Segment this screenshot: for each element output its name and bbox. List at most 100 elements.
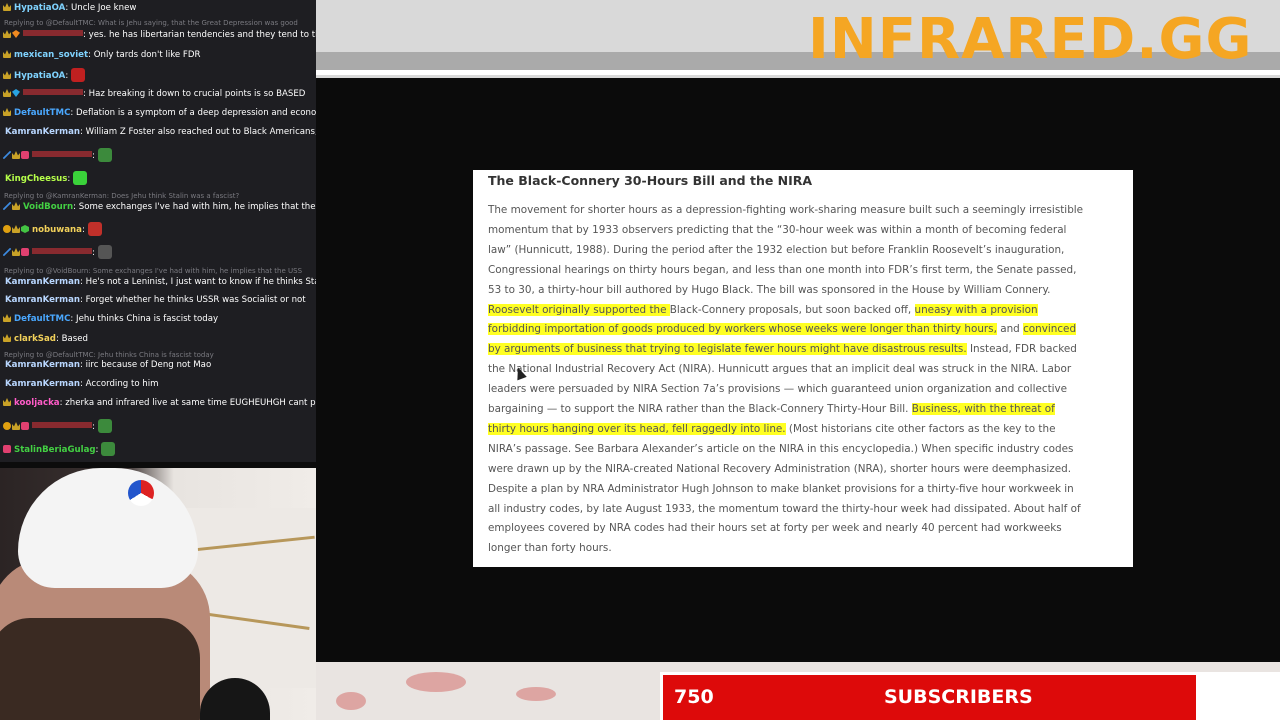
chat-emote-icon — [97, 148, 112, 162]
chat-text: According to him — [82, 379, 159, 389]
paint-splatter — [336, 692, 366, 710]
chat-username[interactable]: KamranKerman — [5, 379, 80, 389]
chat-message: HypatiaOA: Uncle Joe knew — [0, 2, 316, 15]
infrared-logo: INFRARED.GG — [808, 7, 1253, 72]
highlighted-text: thirty hours hanging over its head, fell… — [488, 422, 786, 435]
highlighted-text: forbidding importation of goods produced… — [488, 323, 997, 336]
chat-username[interactable]: nobuwana — [32, 225, 82, 235]
body-text: the National Industrial Recovery Act (NI… — [488, 363, 1072, 376]
chat-panel: HypatiaOA: Uncle Joe knew Replying to @De… — [0, 0, 316, 462]
document-line: forbidding importation of goods produced… — [488, 322, 1077, 336]
chat-badges — [3, 422, 30, 434]
body-text: all industry codes, by late August 1933,… — [488, 502, 1081, 515]
body-text: were drawn up by the NIRA-created Nation… — [488, 462, 1072, 475]
chat-message: StalinBeriaGulag: — [0, 442, 316, 457]
chat-badges — [3, 225, 30, 237]
chat-text: Some exchanges I've had with him, he imp… — [76, 202, 316, 212]
chat-username[interactable] — [32, 151, 92, 157]
document-line: Despite a plan by NRA Administrator Hugh… — [488, 482, 1074, 496]
chat-colon: : — [81, 225, 85, 235]
document-line: the National Industrial Recovery Act (NI… — [488, 362, 1071, 376]
chat-badges — [3, 71, 12, 83]
body-text: employees covered by NRA codes had their… — [488, 522, 1062, 535]
body-text: NIRA’s passage. See Barbara Alexander’s … — [488, 442, 1074, 455]
chat-badges — [3, 30, 21, 42]
chat-username[interactable]: HypatiaOA — [14, 71, 65, 81]
chat-username[interactable]: DefaultTMC — [14, 108, 70, 118]
chat-username[interactable] — [23, 30, 83, 36]
document-line: by arguments of business that trying to … — [488, 342, 1077, 356]
body-text: 53 to 30, a thirty-hour bill authored by… — [488, 283, 1051, 296]
chat-username[interactable]: KamranKerman — [5, 127, 80, 137]
document-line: thirty hours hanging over its head, fell… — [488, 422, 1055, 436]
chat-colon: : — [95, 445, 99, 455]
chat-username[interactable]: KamranKerman — [5, 295, 80, 305]
document-line: were drawn up by the NIRA-created Nation… — [488, 462, 1071, 476]
body-text: (Most historians cite other factors as t… — [785, 422, 1056, 435]
chat-username[interactable]: KamranKerman — [5, 360, 80, 370]
crown-badge-icon — [12, 151, 20, 159]
crown-badge-icon — [12, 248, 20, 256]
chat-text: Only tards don't like FDR — [91, 50, 201, 60]
chat-message: : yes. he has libertarian tendencies and… — [0, 29, 316, 42]
chat-badges — [3, 151, 30, 163]
cube-badge-icon — [21, 225, 29, 233]
chat-username[interactable] — [23, 89, 83, 95]
sword-badge-icon — [3, 202, 11, 210]
document-page: The Black-Connery 30-Hours Bill and the … — [473, 170, 1133, 567]
chat-message: clarkSad: Based — [0, 333, 316, 346]
gift-badge-icon — [3, 445, 11, 453]
chat-emote-icon — [71, 68, 86, 82]
document-line: The movement for shorter hours as a depr… — [488, 203, 1083, 217]
chat-username[interactable]: KingCheesus — [5, 174, 67, 184]
body-text: The movement for shorter hours as a depr… — [488, 204, 1084, 216]
chat-text: : — [92, 248, 95, 258]
crown-badge-icon — [3, 50, 11, 58]
cap-logo-icon — [128, 480, 154, 506]
crown-badge-icon — [3, 334, 11, 342]
chat-text: iirc because of Deng not Mao — [82, 360, 212, 370]
chat-text: William Z Foster also reached out to Bla… — [82, 127, 316, 137]
crown-badge-icon — [12, 225, 20, 233]
crown-badge-icon — [3, 30, 11, 38]
chat-message: nobuwana: — [0, 222, 316, 237]
chat-username[interactable]: KamranKerman — [5, 277, 80, 287]
chat-badges — [3, 445, 12, 457]
chat-emote-icon — [97, 419, 112, 433]
chat-username[interactable]: StalinBeriaGulag — [14, 445, 96, 455]
crown-badge-icon — [3, 314, 11, 322]
chat-text: He's not a Leninist, I just want to know… — [82, 277, 316, 287]
chat-username[interactable] — [32, 248, 92, 254]
chat-username[interactable]: DefaultTMC — [14, 314, 70, 324]
chat-badges — [3, 3, 12, 15]
chat-username[interactable]: clarkSad — [14, 334, 56, 344]
chat-text: Deflation is a symptom of a deep depress… — [73, 108, 316, 118]
chat-text: Uncle Joe knew — [68, 3, 137, 13]
chat-badges — [3, 314, 12, 326]
chat-text: Based — [58, 334, 88, 344]
chat-text: : Haz breaking it down to crucial points… — [83, 89, 306, 99]
chat-reply-context: Replying to @DefaultTMC: What is Jehu sa… — [4, 19, 298, 27]
highlighted-text: Roosevelt originally supported the — [488, 303, 670, 316]
chat-message: VoidBourn: Some exchanges I've had with … — [0, 201, 316, 214]
paint-splatter — [406, 672, 466, 692]
body-text: leaders were persuaded by NIRA Section 7… — [488, 383, 1068, 396]
crown-badge-icon — [3, 89, 11, 97]
chat-username[interactable]: VoidBourn — [23, 202, 73, 212]
streamer-beard — [0, 618, 200, 720]
crown-badge-icon — [3, 398, 11, 406]
document-line: bargaining — to support the NIRA rather … — [488, 402, 1055, 416]
document-line: Roosevelt originally supported the Black… — [488, 303, 1038, 317]
body-text: bargaining — to support the NIRA rather … — [488, 403, 912, 415]
chat-username[interactable]: mexican_soviet — [14, 50, 88, 60]
chat-message: DefaultTMC: Deflation is a symptom of a … — [0, 107, 316, 120]
chat-message: : Haz breaking it down to crucial points… — [0, 88, 316, 101]
chat-username[interactable]: kooljacka — [14, 398, 60, 408]
chat-username[interactable]: HypatiaOA — [14, 3, 65, 13]
chat-emote-icon — [87, 222, 102, 236]
chat-badges — [3, 334, 12, 346]
chat-message: KingCheesus: — [0, 171, 316, 185]
gem-badge-icon — [12, 30, 20, 38]
chat-username[interactable] — [32, 422, 92, 428]
chat-message: : — [0, 148, 316, 163]
